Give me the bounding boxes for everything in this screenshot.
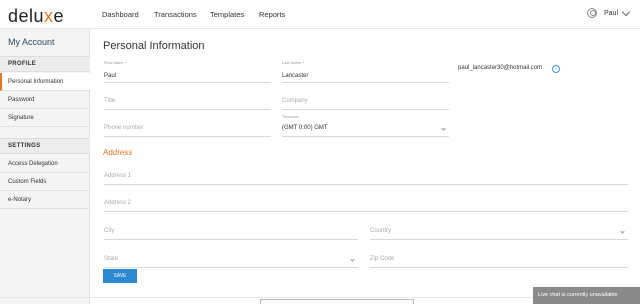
sidebar-item-label: Password <box>8 97 35 103</box>
user-name[interactable]: Paul <box>604 10 618 17</box>
sidebar-item-access-delegation[interactable]: Access Delegation <box>0 155 90 173</box>
chevron-down-icon <box>620 229 625 234</box>
company-placeholder: Company <box>282 98 308 104</box>
zip-code-field[interactable]: Zip Code <box>370 252 628 268</box>
address-1-field[interactable]: Address 1 <box>104 169 628 185</box>
sidebar-item-label: Personal Information <box>8 79 64 85</box>
address-2-field[interactable]: Address 2 <box>104 196 628 212</box>
phone-placeholder: Phone number <box>104 125 144 131</box>
country-select[interactable]: Country <box>370 224 628 240</box>
nav-templates[interactable]: Templates <box>210 10 244 19</box>
sidebar-item-label: Signature <box>8 115 34 121</box>
state-select[interactable]: State <box>104 252 358 268</box>
page-title: Personal Information <box>103 40 205 52</box>
user-avatar-icon[interactable] <box>587 8 597 18</box>
sidebar-section-profile: PROFILE <box>0 56 90 72</box>
sidebar-title: My Account <box>8 37 55 47</box>
nav-reports[interactable]: Reports <box>259 10 285 19</box>
title-placeholder: Title <box>104 98 116 104</box>
timezone-select[interactable]: Timezone (GMT 0:00) GMT <box>282 114 449 137</box>
sidebar-item-signature[interactable]: Signature <box>0 109 90 127</box>
sidebar-item-label: Access Delegation <box>8 161 58 167</box>
sidebar-section-label: PROFILE <box>8 61 37 67</box>
account-sidebar: My Account PROFILE Personal Information … <box>0 29 90 304</box>
live-chat-banner[interactable]: Live chat is currently unavailable <box>533 287 640 304</box>
top-navigation-bar: deluxe Dashboard Transactions Templates … <box>0 0 640 29</box>
nav-dashboard[interactable]: Dashboard <box>102 10 139 19</box>
city-field[interactable]: City <box>104 224 358 240</box>
state-placeholder: State <box>104 256 119 262</box>
address-1-placeholder: Address 1 <box>104 173 132 179</box>
last-name-label: Last Name * <box>282 60 305 65</box>
sidebar-item-custom-fields[interactable]: Custom Fields <box>0 173 90 191</box>
sidebar-section-settings: SETTINGS <box>0 138 90 154</box>
chevron-down-icon <box>441 126 446 131</box>
sidebar-item-password[interactable]: Password <box>0 91 90 109</box>
sidebar-item-e-notary[interactable]: e-Notary <box>0 191 90 209</box>
sidebar-item-personal-information[interactable]: Personal Information <box>0 73 90 91</box>
chevron-down-icon <box>350 257 355 262</box>
first-name-value: Paul <box>104 73 117 79</box>
email-address: paul_lancaster30@hotmail.com <box>458 65 543 71</box>
last-name-value: Lancaster <box>282 73 309 79</box>
city-placeholder: City <box>104 228 115 234</box>
sidebar-section-label: SETTINGS <box>8 143 41 149</box>
chevron-down-icon[interactable] <box>621 7 631 17</box>
logo-text-x: x <box>44 6 54 26</box>
sidebar-item-label: e-Notary <box>8 197 32 203</box>
last-name-field[interactable]: Last Name * Lancaster <box>282 60 449 83</box>
bottom-panel-tab[interactable] <box>260 299 414 304</box>
zip-placeholder: Zip Code <box>370 256 395 262</box>
address-2-placeholder: Address 2 <box>104 200 132 206</box>
timezone-label: Timezone <box>282 114 300 119</box>
company-field[interactable]: Company <box>282 94 449 110</box>
sidebar-item-label: Custom Fields <box>8 179 47 185</box>
logo-text-suffix: e <box>53 6 65 26</box>
first-name-label: First Name * <box>104 60 127 65</box>
save-button[interactable]: SAVE <box>103 269 137 283</box>
country-placeholder: Country <box>370 228 392 234</box>
deluxe-logo[interactable]: deluxe <box>8 6 64 27</box>
nav-transactions[interactable]: Transactions <box>154 10 197 19</box>
address-heading: Address <box>103 148 133 157</box>
logo-text-prefix: delu <box>8 6 45 26</box>
first-name-field[interactable]: First Name * Paul <box>104 60 271 83</box>
phone-number-field[interactable]: Phone number <box>104 121 271 137</box>
timezone-value: (GMT 0:00) GMT <box>282 125 328 131</box>
title-field[interactable]: Title <box>104 94 271 110</box>
info-icon[interactable]: i <box>552 65 560 73</box>
